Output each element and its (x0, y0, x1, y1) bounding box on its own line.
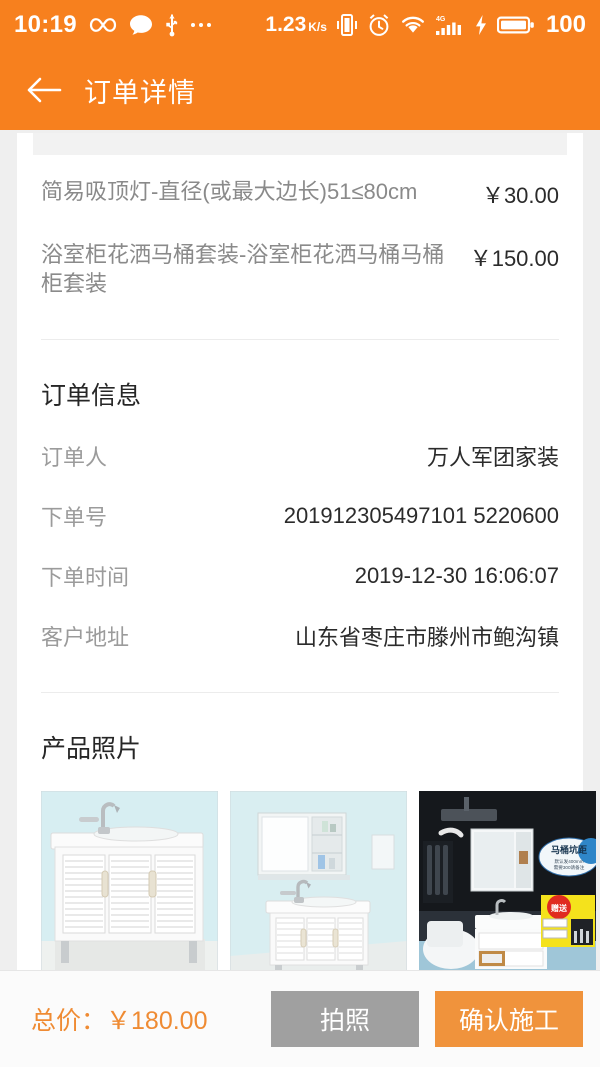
charging-bolt-icon (474, 14, 488, 36)
battery-percent: 100 (545, 11, 586, 38)
confirm-construction-button[interactable]: 确认施工 (435, 991, 583, 1047)
product-photo-thumbnail[interactable]: 马桶坑距 默认发400mm 需要300请备注 赠送 (419, 790, 596, 970)
product-photos-title: 产品照片 (41, 734, 142, 763)
app-header: 订单详情 (0, 50, 600, 130)
svg-text:默认发400mm: 默认发400mm (554, 858, 583, 865)
status-bar-right: 1.23 K/s 4G 100 (265, 11, 586, 39)
more-dots-icon (190, 23, 211, 27)
info-label: 下单号 (41, 504, 108, 530)
product-price: ￥30.00 (481, 183, 559, 208)
bottom-action-bar: 总价：￥180.00 拍照 确认施工 (0, 970, 600, 1067)
info-value: 山东省枣庄市滕州市鲍沟镇 (294, 624, 559, 650)
usb-icon (164, 13, 180, 37)
network-speed-unit: K/s (308, 20, 327, 34)
product-photo-thumbnail[interactable] (230, 790, 407, 970)
battery-icon (496, 14, 535, 36)
status-bar-left: 10:19 (14, 11, 211, 39)
info-label: 下单时间 (41, 564, 130, 590)
alarm-icon (367, 13, 391, 37)
info-row-orderer: 订单人 万人军团家装 (41, 426, 559, 486)
info-row-order-number: 下单号 201912305497101 5220600 (41, 486, 559, 546)
infinity-icon (88, 16, 118, 34)
product-photos-section: 产品照片 马桶坑距 默认发400mm 需要300请备注 赠送 (17, 693, 596, 970)
product-row: 简易吸顶灯-直径(或最大边长)51≤80cm ￥30.00 (41, 161, 559, 224)
info-value: 2019-12-30 16:06:07 (354, 562, 559, 588)
photo-gallery: 马桶坑距 默认发400mm 需要300请备注 赠送 (41, 779, 596, 970)
product-photo-thumbnail[interactable] (41, 790, 218, 970)
total-price-value: ￥180.00 (106, 1007, 208, 1035)
take-photo-button[interactable]: 拍照 (271, 991, 419, 1047)
info-row-order-time: 下单时间 2019-12-30 16:06:07 (41, 546, 559, 606)
order-info-title: 订单信息 (41, 381, 142, 410)
product-row: 浴室柜花洒马桶套装-浴室柜花洒马桶马桶柜套装 ￥150.00 (41, 224, 559, 313)
order-info-section: 订单信息 订单人 万人军团家装 下单号 201912305497101 5220… (17, 340, 583, 666)
detail-card: 简易吸顶灯-直径(或最大边长)51≤80cm ￥30.00 浴室柜花洒马桶套装-… (17, 133, 596, 970)
wifi-icon (400, 14, 426, 36)
status-time: 10:19 (14, 11, 77, 38)
info-label: 订单人 (41, 444, 108, 470)
action-buttons: 拍照 确认施工 (271, 991, 583, 1047)
content-scroll-area[interactable]: 简易吸顶灯-直径(或最大边长)51≤80cm ￥30.00 浴室柜花洒马桶套装-… (0, 130, 600, 970)
network-speed: 1.23 K/s (265, 13, 327, 36)
info-row-customer-address: 客户地址 山东省枣庄市滕州市鲍沟镇 (41, 606, 559, 666)
page-title: 订单详情 (84, 77, 196, 108)
svg-text:需要300请备注: 需要300请备注 (554, 864, 585, 871)
product-price: ￥150.00 (469, 246, 559, 271)
total-price: 总价：￥180.00 (17, 1001, 207, 1037)
total-price-label: 总价： (31, 1007, 107, 1035)
partial-section-above (33, 133, 567, 155)
info-label: 客户地址 (41, 624, 130, 650)
info-value: 万人军团家装 (426, 444, 559, 470)
back-button[interactable] (22, 68, 66, 112)
info-value: 201912305497101 5220600 (283, 502, 559, 528)
vibrate-icon (336, 13, 358, 37)
chat-bubble-icon (129, 14, 153, 36)
product-name: 简易吸顶灯-直径(或最大边长)51≤80cm (41, 179, 418, 204)
svg-text:赠送: 赠送 (551, 903, 568, 913)
product-list: 简易吸顶灯-直径(或最大边长)51≤80cm ￥30.00 浴室柜花洒马桶套装-… (17, 155, 583, 313)
svg-text:4G: 4G (436, 16, 446, 23)
status-bar: 10:19 1.23 K/s 4G 100 (0, 0, 600, 50)
svg-text:马桶坑距: 马桶坑距 (551, 844, 587, 855)
arrow-left-icon (26, 75, 62, 105)
signal-4g-icon: 4G (435, 13, 465, 37)
product-name: 浴室柜花洒马桶套装-浴室柜花洒马桶马桶柜套装 (41, 242, 445, 297)
order-detail-screen: 10:19 1.23 K/s 4G 100 订单详情 简易吸顶灯-直径(或最大边… (0, 0, 600, 1067)
